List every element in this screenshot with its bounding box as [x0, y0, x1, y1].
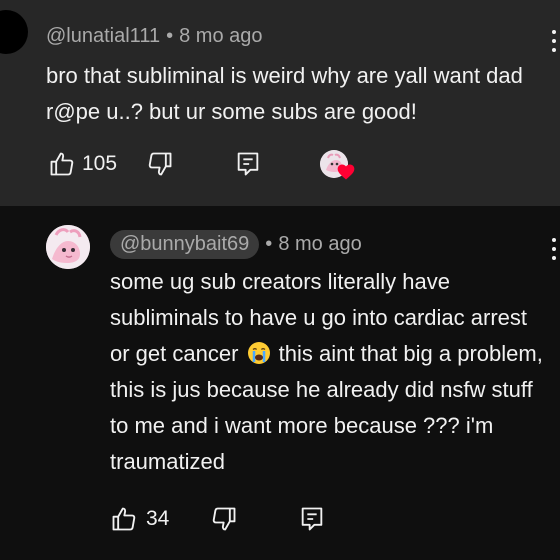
avatar[interactable]	[46, 225, 90, 269]
kebab-menu-icon	[552, 256, 556, 260]
more-actions-button[interactable]	[547, 28, 560, 54]
comment-highlighted: @lunatial111 • 8 mo ago bro that sublimi…	[0, 0, 560, 206]
thumbs-down-icon[interactable]	[146, 150, 174, 178]
more-actions-button[interactable]	[547, 236, 560, 262]
kebab-menu-icon	[552, 238, 556, 242]
kebab-menu-icon	[552, 247, 556, 251]
kebab-menu-icon	[552, 30, 556, 34]
like-count: 34	[146, 507, 170, 530]
comment-time[interactable]: 8 mo ago	[179, 25, 262, 48]
kebab-menu-icon	[552, 39, 556, 43]
reply-icon[interactable]	[234, 150, 262, 178]
thumbs-down-icon[interactable]	[210, 505, 238, 533]
comment-text: bro that subliminal is weird why are yal…	[46, 63, 523, 124]
kebab-menu-icon	[552, 48, 556, 52]
comment-text: some ug sub creators literally have subl…	[110, 264, 550, 480]
like-count: 105	[82, 152, 118, 175]
comment-actions: 34	[110, 503, 350, 535]
comment-meta: @bunnybait69 • 8 mo ago	[110, 229, 362, 259]
creator-heart-badge[interactable]	[320, 150, 360, 184]
avatar[interactable]	[0, 10, 28, 54]
creator-heart-icon	[337, 164, 355, 180]
thumbs-up-icon[interactable]	[48, 150, 76, 178]
thumbs-up-icon[interactable]	[110, 505, 138, 533]
separator-dot: •	[166, 24, 174, 47]
author-handle[interactable]: @lunatial111	[46, 25, 160, 48]
separator-dot: •	[265, 232, 273, 255]
comment-time[interactable]: 8 mo ago	[278, 233, 361, 256]
reply-icon[interactable]	[298, 505, 326, 533]
author-handle-pill[interactable]: @bunnybait69	[110, 229, 260, 259]
avatar-art-icon	[46, 225, 90, 269]
comment-meta: @lunatial111 • 8 mo ago	[46, 24, 263, 48]
crying-face-emoji-icon	[247, 342, 270, 364]
